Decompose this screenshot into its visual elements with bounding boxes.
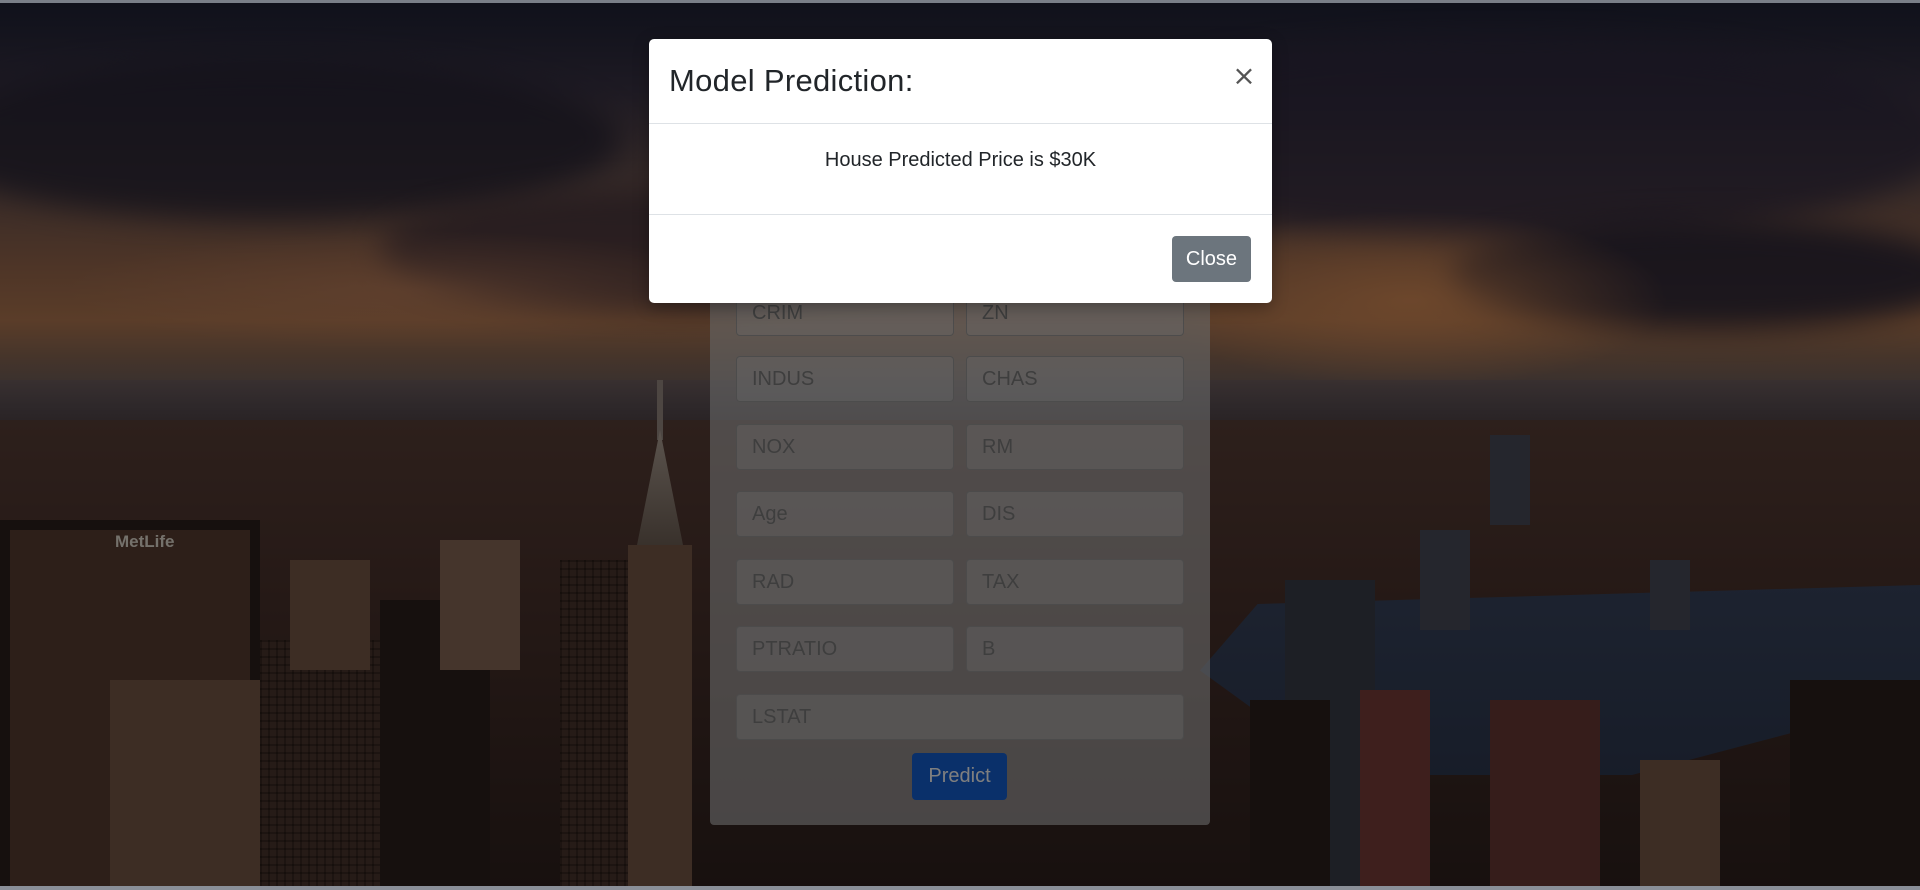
- close-button[interactable]: Close: [1172, 236, 1251, 282]
- prediction-modal: Model Prediction: × House Predicted Pric…: [649, 39, 1272, 303]
- close-icon[interactable]: ×: [1229, 59, 1259, 93]
- prediction-message: House Predicted Price is $30K: [824, 149, 1097, 171]
- window-top-border: [0, 0, 1920, 3]
- modal-body: House Predicted Price is $30K: [649, 124, 1272, 215]
- window-bottom-border: [0, 886, 1920, 890]
- modal-header: Model Prediction: ×: [649, 39, 1272, 124]
- modal-footer: Close: [649, 215, 1272, 303]
- modal-title: Model Prediction:: [669, 63, 914, 98]
- page: MetLife Predict Model Pred: [0, 0, 1920, 890]
